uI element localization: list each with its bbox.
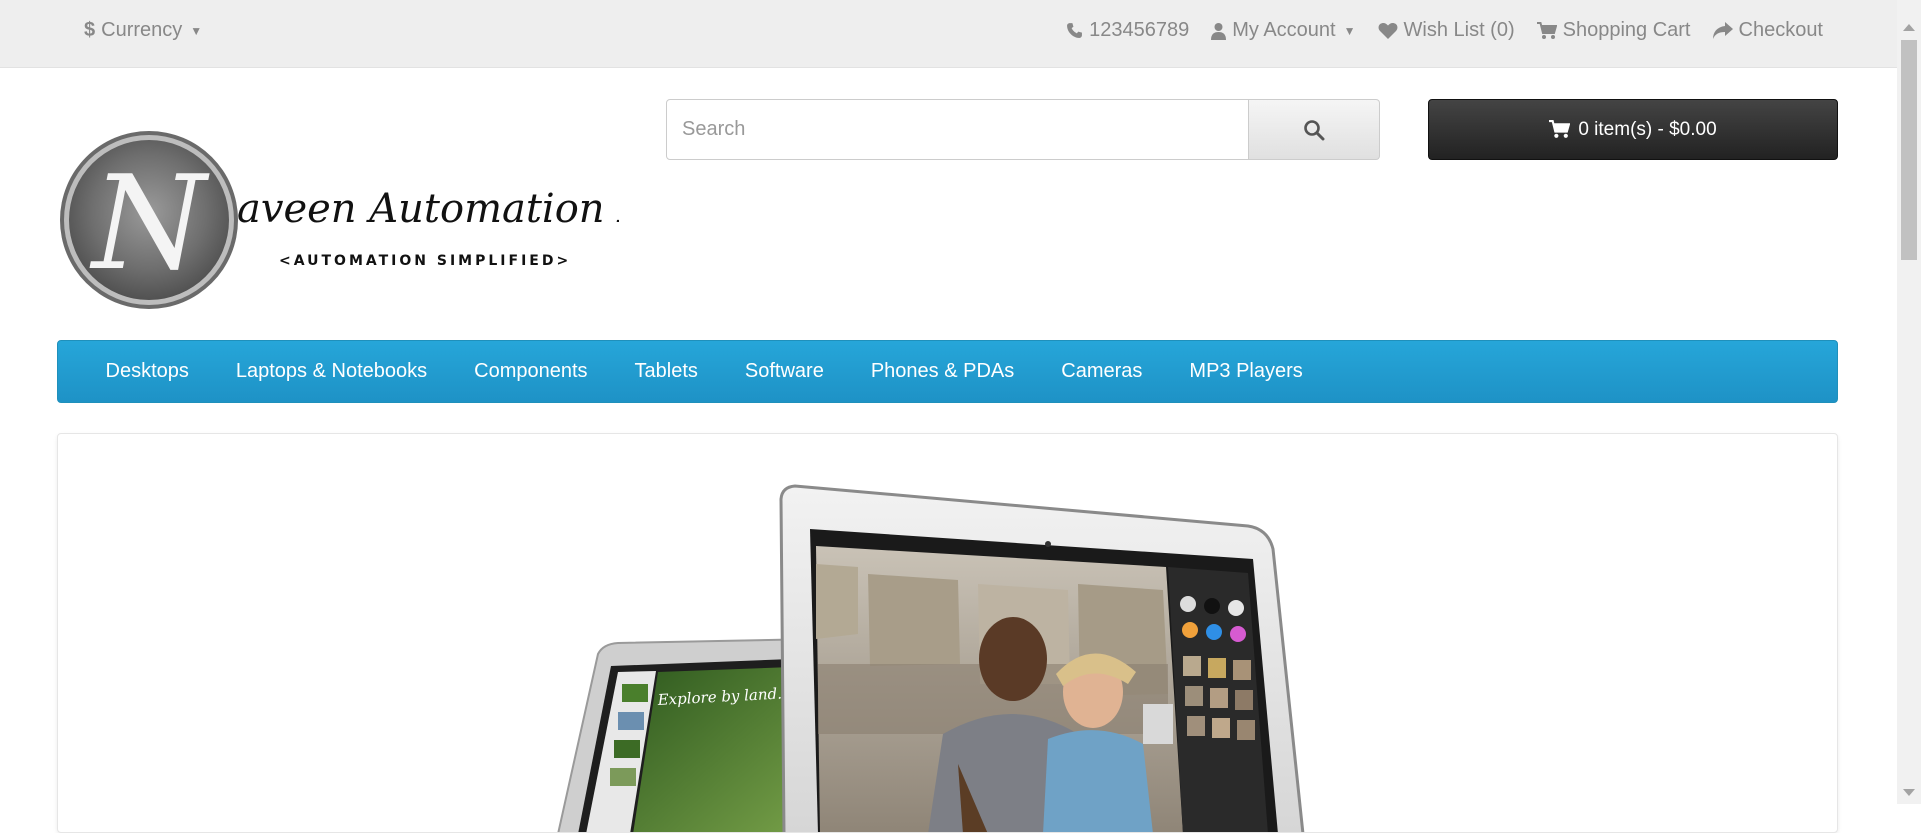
menu-item-cameras[interactable]: Cameras: [1038, 360, 1166, 383]
heart-icon: [1378, 22, 1398, 40]
cart-icon: [1549, 120, 1571, 139]
phone-number: 123456789: [1089, 19, 1190, 41]
laptop-ipad-image: Explore by land.: [557, 484, 1305, 832]
phone-link[interactable]: 123456789: [1066, 19, 1189, 42]
wish-list-link[interactable]: Wish List (0): [1378, 19, 1515, 42]
wish-list-label: Wish List (0): [1403, 19, 1515, 41]
menu-item-desktops[interactable]: Desktops: [82, 360, 212, 383]
search-group: [666, 99, 1380, 160]
search-input[interactable]: [666, 99, 1249, 160]
my-account-label: My Account: [1232, 19, 1336, 41]
user-icon: [1211, 22, 1227, 40]
menu-item-laptops-notebooks[interactable]: Laptops & Notebooks: [212, 360, 450, 383]
currency-dropdown[interactable]: $ Currency ▼: [84, 19, 202, 42]
phone-icon: [1066, 22, 1083, 39]
logo-name: aveen Automation Labs: [237, 186, 619, 232]
dollar-icon: $: [84, 19, 96, 41]
scroll-down-arrow-icon[interactable]: [1903, 789, 1915, 796]
top-bar: $ Currency ▼ 123456789 My Account ▼ Wish…: [0, 0, 1897, 68]
menu-item-tablets[interactable]: Tablets: [611, 360, 721, 383]
caret-down-icon: ▼: [1343, 23, 1356, 38]
currency-label: Currency: [101, 19, 183, 41]
shopping-cart-link[interactable]: Shopping Cart: [1536, 19, 1691, 42]
category-menu: Desktops Laptops & Notebooks Components …: [57, 340, 1838, 403]
logo-tagline: <AUTOMATION SIMPLIFIED>: [279, 253, 571, 269]
scroll-thumb[interactable]: [1901, 40, 1917, 260]
cart-button[interactable]: 0 item(s) - $0.00: [1428, 99, 1838, 160]
shopping-cart-label: Shopping Cart: [1562, 19, 1691, 41]
top-links: 123456789 My Account ▼ Wish List (0) Sho…: [1066, 19, 1823, 42]
slideshow-banner[interactable]: Explore by land.: [57, 433, 1838, 833]
share-arrow-icon: [1712, 21, 1733, 40]
menu-item-software[interactable]: Software: [721, 360, 847, 383]
search-icon: [1303, 119, 1325, 141]
menu-item-mp3-players[interactable]: MP3 Players: [1166, 360, 1326, 383]
scroll-up-arrow-icon[interactable]: [1903, 24, 1915, 31]
menu-item-phones-pdas[interactable]: Phones & PDAs: [847, 360, 1037, 383]
my-account-dropdown[interactable]: My Account ▼: [1211, 19, 1356, 42]
checkout-label: Checkout: [1738, 19, 1824, 41]
site-logo[interactable]: N aveen Automation Labs <AUTOMATION SIMP…: [59, 130, 714, 310]
cart-total-label: 0 item(s) - $0.00: [1578, 118, 1717, 140]
caret-down-icon: ▼: [190, 23, 203, 38]
cart-icon: [1536, 21, 1557, 40]
checkout-link[interactable]: Checkout: [1712, 19, 1824, 42]
search-button[interactable]: [1249, 99, 1380, 160]
logo-letter: N: [89, 147, 210, 299]
page-scrollbar[interactable]: [1897, 0, 1921, 804]
menu-item-components[interactable]: Components: [451, 360, 611, 383]
